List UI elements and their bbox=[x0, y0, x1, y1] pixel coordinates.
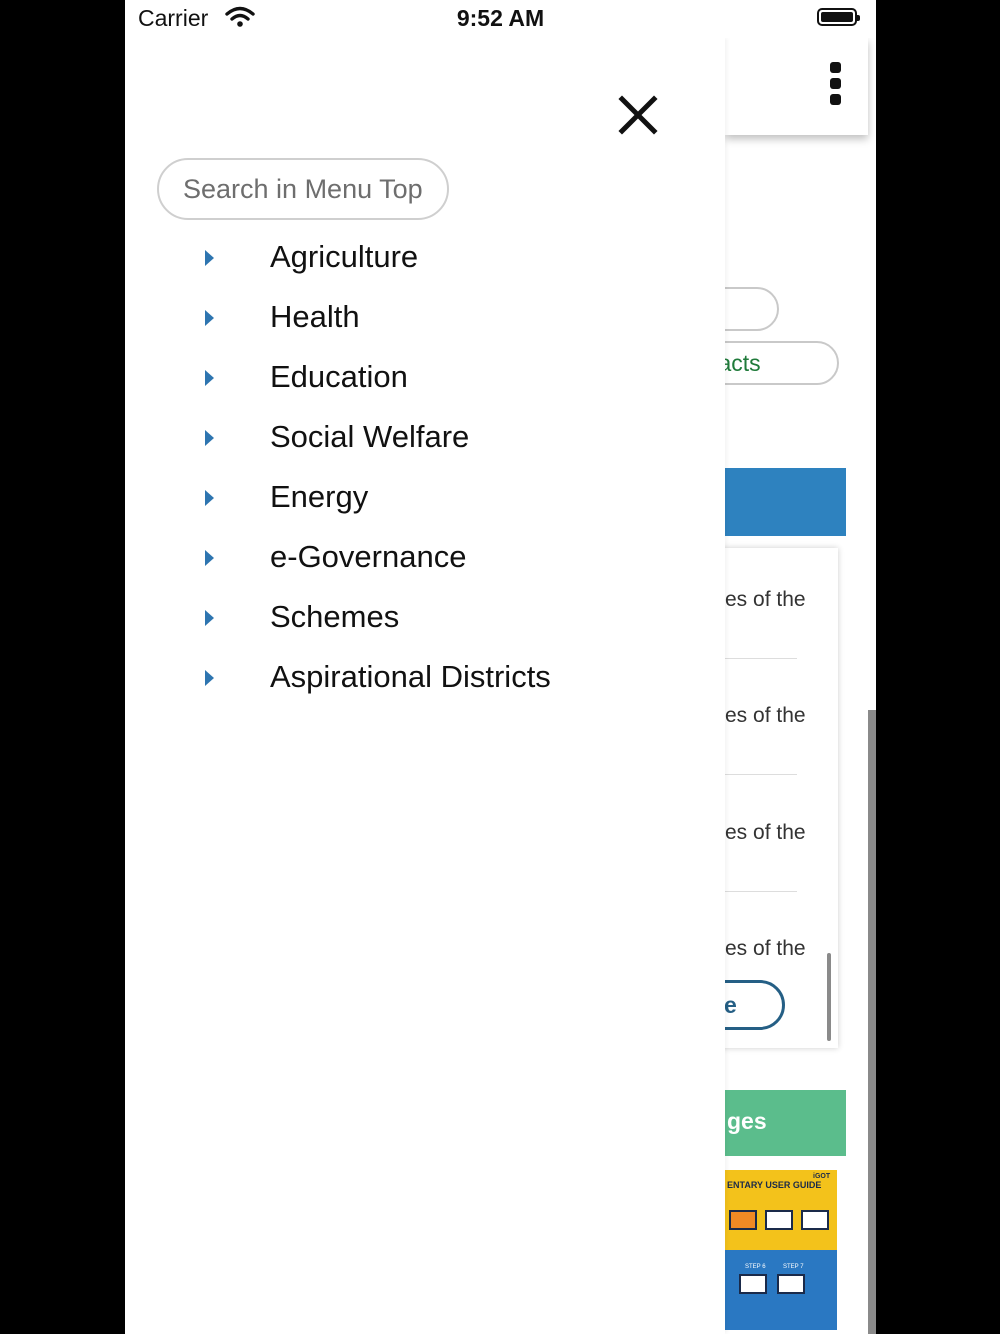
menu-item-label[interactable]: Agriculture bbox=[270, 239, 418, 275]
monitor-icon bbox=[777, 1274, 805, 1294]
section-header bbox=[715, 468, 846, 536]
menu-item-health[interactable]: Health bbox=[125, 290, 725, 350]
phone-screen: Carrier 9:52 AM me ion facts es of the e… bbox=[125, 0, 876, 1334]
menu-item-label[interactable]: e-Governance bbox=[270, 539, 466, 575]
user-guide-image[interactable]: iGOT ENTARY USER GUIDE STEP 6 STEP 7 bbox=[725, 1170, 837, 1330]
battery-icon bbox=[817, 8, 860, 26]
menu-item-agriculture[interactable]: Agriculture bbox=[125, 230, 725, 290]
menu-item-schemes[interactable]: Schemes bbox=[125, 590, 725, 650]
menu-item-e-governance[interactable]: e-Governance bbox=[125, 530, 725, 590]
divider bbox=[725, 891, 797, 892]
monitor-icon bbox=[739, 1274, 767, 1294]
divider bbox=[725, 774, 797, 775]
caret-right-icon[interactable] bbox=[205, 550, 214, 566]
caret-right-icon[interactable] bbox=[205, 370, 214, 386]
close-icon[interactable] bbox=[618, 95, 658, 135]
card-row-text[interactable]: es of the bbox=[725, 704, 806, 728]
guide-title: ENTARY USER GUIDE bbox=[725, 1180, 837, 1194]
guide-step-label: STEP 7 bbox=[783, 1264, 804, 1270]
divider bbox=[725, 658, 797, 659]
page-header bbox=[725, 38, 868, 135]
menu-item-label[interactable]: Schemes bbox=[270, 599, 399, 635]
menu-item-education[interactable]: Education bbox=[125, 350, 725, 410]
page-scrollbar[interactable] bbox=[868, 710, 876, 1334]
caret-right-icon[interactable] bbox=[205, 430, 214, 446]
kebab-menu-icon[interactable] bbox=[830, 62, 842, 106]
menu-item-label[interactable]: Social Welfare bbox=[270, 419, 469, 455]
monitor-icon bbox=[801, 1210, 829, 1230]
monitor-icon bbox=[765, 1210, 793, 1230]
menu-item-social-welfare[interactable]: Social Welfare bbox=[125, 410, 725, 470]
menu-item-label[interactable]: Health bbox=[270, 299, 360, 335]
card-row-text[interactable]: es of the bbox=[725, 588, 806, 612]
side-menu-drawer: Agriculture Health Education Social Welf… bbox=[125, 38, 725, 1334]
clock: 9:52 AM bbox=[456, 5, 545, 31]
caret-right-icon[interactable] bbox=[205, 610, 214, 626]
caret-right-icon[interactable] bbox=[205, 670, 214, 686]
guide-logo: iGOT bbox=[813, 1173, 831, 1180]
caret-right-icon[interactable] bbox=[205, 310, 214, 326]
content-card: es of the es of the es of the es of the … bbox=[675, 548, 838, 1048]
menu-item-aspirational-districts[interactable]: Aspirational Districts bbox=[125, 650, 725, 710]
section-title: ges bbox=[727, 1108, 767, 1134]
monitor-icon bbox=[729, 1210, 757, 1230]
menu-item-label[interactable]: Education bbox=[270, 359, 408, 395]
menu-search-input[interactable] bbox=[157, 158, 449, 220]
guide-step-label: STEP 6 bbox=[745, 1264, 766, 1270]
caret-right-icon[interactable] bbox=[205, 250, 214, 266]
section-header: ges bbox=[715, 1090, 846, 1156]
menu-item-energy[interactable]: Energy bbox=[125, 470, 725, 530]
menu-item-label[interactable]: Energy bbox=[270, 479, 368, 515]
menu-item-label[interactable]: Aspirational Districts bbox=[270, 659, 551, 695]
background-page: me ion facts es of the es of the es of t… bbox=[665, 38, 876, 1334]
caret-right-icon[interactable] bbox=[205, 490, 214, 506]
card-row-text[interactable]: es of the bbox=[725, 821, 806, 845]
card-row-text[interactable]: es of the bbox=[725, 937, 806, 961]
card-scrollbar[interactable] bbox=[827, 953, 831, 1041]
status-bar: Carrier 9:52 AM bbox=[125, 0, 876, 38]
